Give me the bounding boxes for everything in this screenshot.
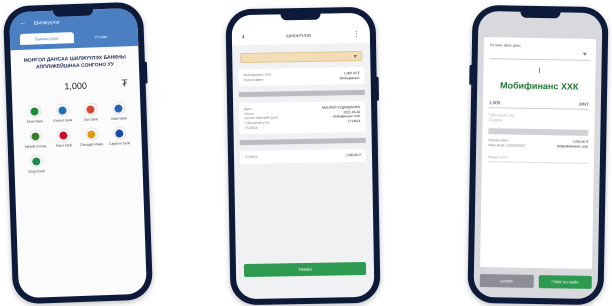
screen-transfer-confirm: ‹ ШИЛЖҮҮЛЭХ ⋮ Мобифинанс ХХК 1,000.00 ₮ … xyxy=(231,12,375,300)
phone-notch xyxy=(520,9,561,19)
cancel-button[interactable]: БОЛИХ xyxy=(479,274,534,288)
bank-item[interactable]: Golomt bank xyxy=(48,103,77,123)
phone-transfer-confirm: ‹ ШИЛЖҮҮЛЭХ ⋮ Мобифинанс ХХК 1,000.00 ₮ … xyxy=(225,6,381,306)
section-divider xyxy=(238,90,365,98)
detail-value: 2714614 xyxy=(347,118,361,124)
screen-bank-selection: ← Шилжүүлэг Банкны данс Утсаар МОНГОЛ ДА… xyxy=(9,7,147,299)
tab-bank-account[interactable]: Банкны данс xyxy=(19,32,75,45)
bank-name: Khan bank xyxy=(26,119,44,124)
bank-name: State bank xyxy=(110,116,127,121)
bank-item[interactable]: Mbank money xyxy=(21,129,50,149)
detail-value: МОБИФИНАНС ХХК xyxy=(556,143,589,149)
bank-item[interactable]: Capitron bank xyxy=(105,126,134,146)
recipient-card: Мобифинанс ХХК 1,000.00 ₮ хүлээн авагч М… xyxy=(238,66,365,87)
amount-value: 1,000 xyxy=(64,80,88,91)
confirm-button[interactable]: ГҮЙЛГЭЭ ХИЙХ xyxy=(538,275,592,289)
phone-notch xyxy=(280,11,321,21)
recipient-name: Мобифинанс ХХК xyxy=(499,80,579,92)
transfer-tabs: Банкны данс Утсаар xyxy=(19,30,128,45)
pay-button[interactable]: ТӨЛӨХ xyxy=(243,261,367,278)
more-icon[interactable]: ⋮ xyxy=(353,30,360,38)
bank-item[interactable]: Khan bank xyxy=(20,104,49,124)
bank-item[interactable]: Xac bank xyxy=(76,102,105,122)
transfer-title: МОНГОЛ ДАНСАА ШИЛЖҮҮЛЭХ БАНКНЫ АППЛИКЕЙШ… xyxy=(23,54,126,71)
top-title: ШИЛЖҮҮЛЭХ xyxy=(286,32,312,38)
side-button xyxy=(375,76,380,101)
bank-name: Trans bank xyxy=(55,143,73,148)
bank-item[interactable]: Bogd bank xyxy=(22,154,51,174)
account-select[interactable] xyxy=(489,47,590,61)
detail-value: Мобифинанс xyxy=(339,75,360,80)
description-value: 2714614 xyxy=(488,118,503,123)
bank-name: Mbank money xyxy=(25,144,47,149)
amount-field[interactable]: 1,000 MNT xyxy=(488,100,589,110)
bank-logo-icon xyxy=(111,101,126,115)
note-input[interactable]: Нэмэлт утга xyxy=(487,155,588,165)
bank-logo-icon xyxy=(28,129,43,143)
bank-grid: Khan bank Golomt bank Xac bank State ban… xyxy=(20,101,134,174)
currency-symbol: ₮ xyxy=(121,78,128,90)
phone-bank-selection: ← Шилжүүлэг Банкны данс Утсаар МОНГОЛ ДА… xyxy=(2,1,154,305)
section-divider xyxy=(239,138,366,146)
phone-confirm-dialog: Хүлээн авах данс I Мобифинанс ХХК 1,000 … xyxy=(467,4,609,306)
dialog-actions: БОЛИХ ГҮЙЛГЭЭ ХИЙХ xyxy=(479,274,592,289)
detail-label: 2714614 xyxy=(244,125,258,130)
bank-logo-icon xyxy=(29,154,43,168)
back-arrow-icon[interactable]: ‹ xyxy=(242,32,245,41)
bank-name: Chinggis khaan xyxy=(79,142,104,147)
amount-row: 1,000 ₮ xyxy=(23,78,128,93)
currency-label: MNT xyxy=(579,101,589,107)
bank-item[interactable]: Trans bank xyxy=(49,128,78,148)
side-button xyxy=(469,64,473,85)
bank-logo-icon xyxy=(55,103,70,117)
phone-notch xyxy=(52,7,94,17)
bank-logo-icon xyxy=(56,128,71,142)
detail-value: 1,000.00 ₮ xyxy=(345,153,362,158)
header-title: Шилжүүлэг xyxy=(33,19,60,27)
bank-name: Golomt bank xyxy=(53,118,73,123)
bank-logo-icon xyxy=(83,102,98,116)
text-cursor-icon: I xyxy=(538,65,541,76)
section-divider xyxy=(488,128,589,136)
amount-card: 2714614 1,000.00 ₮ xyxy=(239,149,367,164)
bank-logo-icon xyxy=(27,104,42,118)
detail-label: хүлээн авагч xyxy=(243,77,264,82)
bank-logo-icon xyxy=(112,126,127,140)
detail-label: State Bank | 5035305337 xyxy=(488,142,526,148)
bank-logo-icon xyxy=(84,127,99,141)
amount-value: 1,000 xyxy=(488,100,501,106)
detail-label: 2714614 xyxy=(244,154,258,160)
confirm-dialog: Хүлээн авах данс I Мобифинанс ХХК 1,000 … xyxy=(480,37,597,269)
detail-row: State Bank | 5035305337 МОБИФИНАНС ХХК xyxy=(488,143,588,149)
tab-phone[interactable]: Утсаар xyxy=(74,30,128,43)
bank-item[interactable]: State bank xyxy=(104,101,133,121)
side-button xyxy=(143,61,148,84)
bank-name: Xac bank xyxy=(83,117,98,122)
account-select[interactable] xyxy=(240,50,363,64)
bank-name: Capitron bank xyxy=(109,141,131,146)
transaction-details-card: Данс МОНПЕЙ ХУДАЛДААНЫ Огноо 2021-03-10 … xyxy=(239,101,366,135)
back-arrow-icon[interactable]: ← xyxy=(19,20,26,27)
screen-confirm-dialog: Хүлээн авах данс I Мобифинанс ХХК 1,000 … xyxy=(473,10,603,300)
detail-row: 2714614 1,000.00 ₮ xyxy=(245,153,361,160)
bank-name: Bogd bank xyxy=(28,169,45,174)
bank-item[interactable]: Chinggis khaan xyxy=(77,127,106,147)
detail-row: хүлээн авагч Мобифинанс xyxy=(244,76,360,83)
